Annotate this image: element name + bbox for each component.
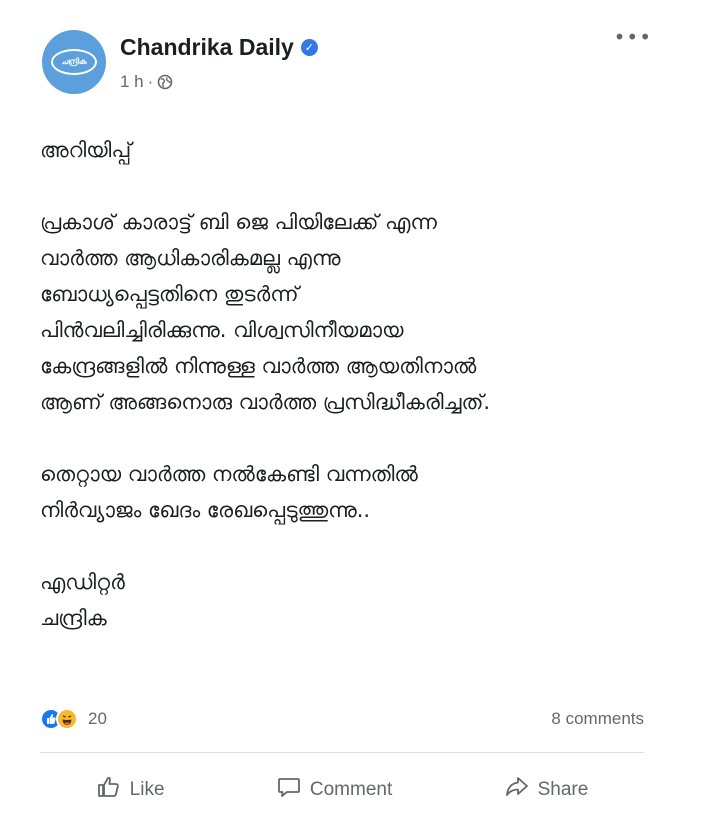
- page-avatar[interactable]: ചന്ദ്രിക: [42, 30, 106, 94]
- meta-separator: ·: [147, 72, 154, 91]
- post-text-line: എഡിറ്റർ: [40, 570, 125, 594]
- page-name-row: Chandrika Daily ✓: [120, 34, 318, 61]
- verified-badge-icon: ✓: [300, 39, 318, 56]
- post-header: ചന്ദ്രിക Chandrika Daily ✓ 1 h · •••: [40, 22, 662, 102]
- comment-label: Comment: [309, 779, 393, 800]
- post-text-line: പ്രകാശ് കാരാട്ട് ബി ജെ പിയിലേക്ക് എന്ന: [40, 210, 437, 234]
- reaction-count: 20: [88, 709, 107, 728]
- post-text-line: ബോധ്യപ്പെട്ടതിനെ തുടർന്ന്: [40, 282, 299, 306]
- share-button[interactable]: Share: [494, 770, 599, 810]
- like-button[interactable]: Like: [86, 770, 175, 810]
- post-text-line: വാർത്ത ആധികാരികമല്ല എന്നു: [40, 246, 341, 270]
- page-name[interactable]: Chandrika Daily: [120, 34, 294, 61]
- reaction-icons: [40, 708, 82, 730]
- avatar-logo-text: ചന്ദ്രിക: [61, 57, 87, 66]
- reactions-summary[interactable]: 20: [40, 708, 107, 730]
- post-paragraph: അറിയിപ്പ്: [40, 132, 662, 168]
- post-paragraph: തെറ്റായ വാർത്ത നൽകേണ്ടി വന്നതിൽ നിർവ്യാജം…: [40, 456, 662, 528]
- post-body: അറിയിപ്പ് പ്രകാശ് കാരാട്ട് ബി ജെ പിയിലേക്…: [40, 132, 662, 636]
- like-label: Like: [129, 779, 165, 800]
- post-actions: Like Comment Share: [40, 770, 644, 810]
- share-icon: [504, 774, 530, 806]
- post-text-line: ചന്ദ്രിക: [40, 606, 107, 630]
- post-text-line: കേന്ദ്രങ്ങളിൽ നിന്നുള്ള വാർത്ത ആയതിനാൽ: [40, 354, 477, 378]
- post-text-line: പിൻവലിച്ചിരിക്കുന്നു. വിശ്വസിനീയമായ: [40, 318, 404, 342]
- avatar-logo: ചന്ദ്രിക: [51, 49, 97, 75]
- globe-icon: [157, 74, 173, 90]
- post-text-line: തെറ്റായ വാർത്ത നൽകേണ്ടി വന്നതിൽ: [40, 462, 418, 486]
- post-paragraph: എഡിറ്റർ ചന്ദ്രിക: [40, 564, 662, 636]
- post-stats: 20 8 comments: [40, 708, 644, 730]
- post-time[interactable]: 1 h: [120, 72, 144, 92]
- post-meta: 1 h ·: [120, 72, 173, 92]
- actions-divider: [40, 752, 644, 753]
- post-text-line: അറിയിപ്പ്: [40, 138, 132, 162]
- more-options-button[interactable]: •••: [614, 27, 652, 47]
- post-card: ചന്ദ്രിക Chandrika Daily ✓ 1 h · ••• അറി…: [0, 0, 702, 828]
- share-label: Share: [537, 779, 589, 800]
- comment-icon: [276, 774, 302, 806]
- post-text-line: ആണ് അങ്ങനൊരു വാർത്ത പ്രസിദ്ധീകരിച്ചത്.: [40, 390, 491, 414]
- thumbs-up-icon: [96, 774, 122, 806]
- post-paragraph: പ്രകാശ് കാരാട്ട് ബി ജെ പിയിലേക്ക് എന്ന വാ…: [40, 204, 662, 420]
- comments-count[interactable]: 8 comments: [551, 709, 644, 729]
- haha-reaction-icon: [56, 708, 78, 730]
- post-text-line: നിർവ്യാജം ഖേദം രേഖപ്പെടുത്തുന്നു..: [40, 498, 371, 522]
- comment-button[interactable]: Comment: [266, 770, 402, 810]
